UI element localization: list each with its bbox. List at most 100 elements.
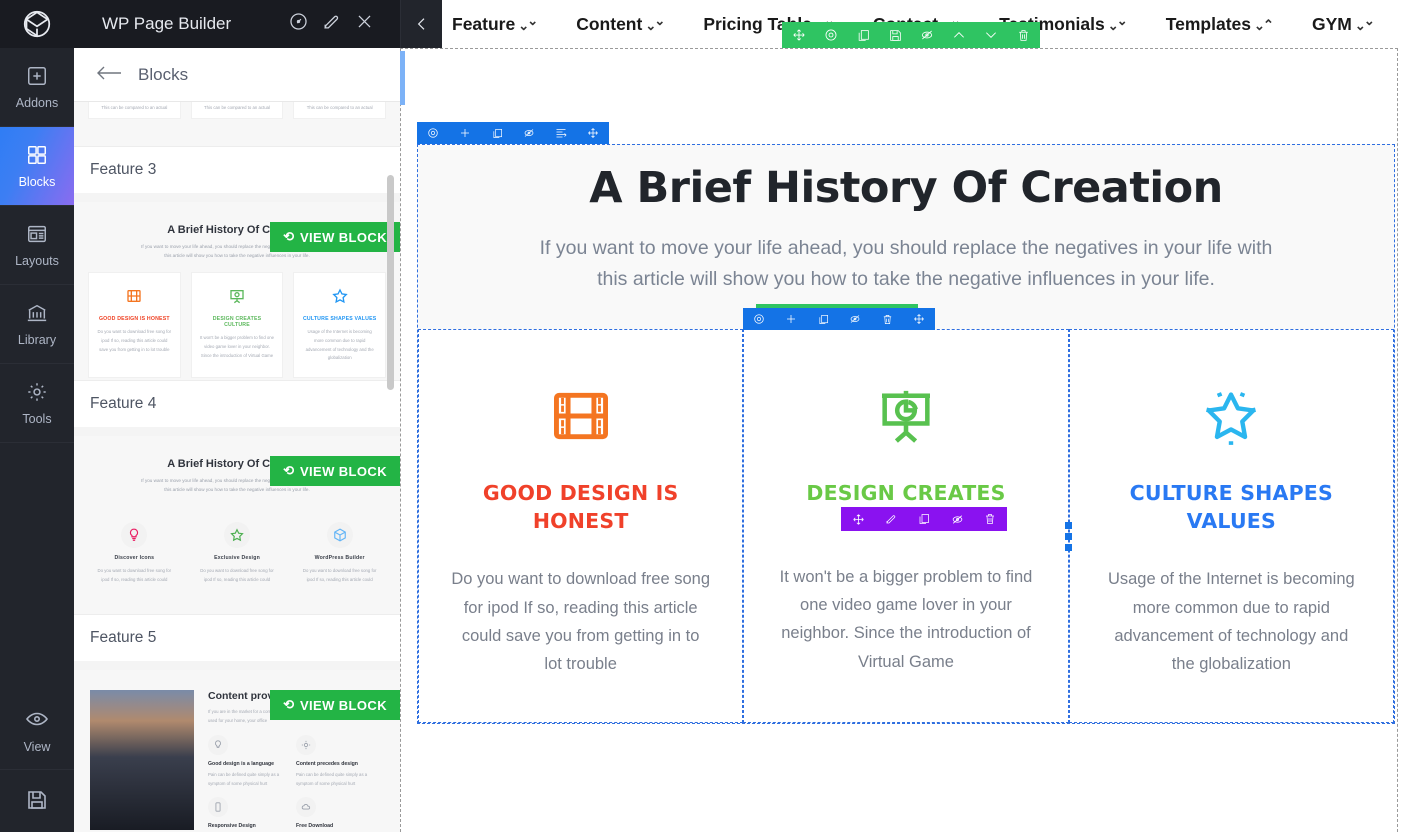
chevron-up-icon: ⌄⌃ bbox=[1254, 14, 1276, 34]
thumb-column: WordPress Builder Do you want to downloa… bbox=[293, 510, 386, 598]
mobile-icon bbox=[208, 797, 228, 817]
sidebar-item-tools[interactable]: Tools bbox=[0, 364, 74, 443]
gear-icon bbox=[26, 381, 48, 406]
sidebar-item-addons[interactable]: Addons bbox=[0, 48, 74, 127]
thumb-cell-text: Pain can be defined quite simply as a sy… bbox=[208, 771, 290, 788]
eye-slash-icon[interactable] bbox=[519, 123, 539, 143]
thumb-cell-heading: Good design is a language bbox=[208, 761, 290, 767]
eye-slash-icon[interactable] bbox=[947, 509, 967, 529]
move-icon[interactable] bbox=[583, 123, 603, 143]
feature-column[interactable]: GOOD DESIGN IS HONEST Do you want to dow… bbox=[418, 329, 743, 723]
row-toolbar-green[interactable] bbox=[782, 22, 1040, 48]
copy-icon[interactable] bbox=[813, 309, 833, 329]
section-heading[interactable]: A Brief History Of Creation bbox=[418, 145, 1394, 213]
feature-column[interactable]: CULTURE SHAPES VALUES Usage of the Inter… bbox=[1069, 329, 1394, 723]
thumb-col-heading: WordPress Builder bbox=[301, 555, 378, 561]
thumb-col-heading: Exclusive Design bbox=[199, 555, 276, 561]
gauge-icon[interactable] bbox=[289, 12, 308, 36]
section-subtext-line2: this article will show you how to take t… bbox=[597, 268, 1215, 290]
nav-item-feature[interactable]: Feature ⌄⌄ bbox=[452, 14, 540, 35]
feature-text[interactable]: It won't be a bigger problem to find one… bbox=[744, 563, 1067, 677]
column-resize-handle[interactable] bbox=[1065, 522, 1075, 551]
copy-icon[interactable] bbox=[487, 123, 507, 143]
view-block-button[interactable]: ⟳ VIEW BLOCK bbox=[270, 456, 400, 486]
app-logo bbox=[0, 0, 74, 48]
block-label: Feature 5 bbox=[74, 614, 400, 661]
copy-icon[interactable] bbox=[853, 25, 873, 45]
section-subtext[interactable]: If you want to move your life ahead, you… bbox=[418, 233, 1394, 295]
blocks-grid-icon bbox=[26, 144, 48, 169]
nav-item-content[interactable]: Content ⌄⌄ bbox=[576, 14, 667, 35]
arrow-left-icon[interactable] bbox=[96, 65, 122, 85]
layouts-icon bbox=[26, 223, 48, 248]
nav-label: Feature bbox=[452, 14, 515, 35]
sidebar-label-blocks: Blocks bbox=[19, 175, 56, 189]
block-card[interactable]: A Brief History Of Creation If you want … bbox=[74, 202, 400, 427]
section-toolbar-blue[interactable] bbox=[417, 122, 609, 144]
thumb-col-text: Do you want to download free song for ip… bbox=[96, 567, 173, 584]
sidebar-label-tools: Tools bbox=[22, 412, 51, 426]
panel-title: Blocks bbox=[138, 65, 188, 85]
refresh-arrow-icon: ⟳ bbox=[283, 229, 294, 245]
align-list-icon[interactable] bbox=[551, 123, 571, 143]
block-card[interactable]: Content provides design If you are in th… bbox=[74, 670, 400, 832]
nav-item-templates[interactable]: Templates ⌄⌃ bbox=[1166, 14, 1276, 35]
section-row[interactable]: A Brief History Of Creation If you want … bbox=[417, 144, 1395, 724]
cube-icon bbox=[327, 522, 353, 548]
chevron-up-icon[interactable] bbox=[949, 25, 969, 45]
thumb-col-text: Do you want to download free song for ip… bbox=[97, 328, 172, 354]
nav-label: GYM bbox=[1312, 14, 1352, 35]
trash-icon[interactable] bbox=[877, 309, 897, 329]
feature-column[interactable]: DESIGN CREATES It won't be a bigger prob… bbox=[743, 329, 1068, 723]
edit-icon[interactable] bbox=[881, 509, 901, 529]
section-subtext-line1: If you want to move your life ahead, you… bbox=[540, 237, 1273, 259]
sidebar-label-addons: Addons bbox=[16, 96, 58, 110]
move-icon[interactable] bbox=[848, 509, 868, 529]
columns-container: GOOD DESIGN IS HONEST Do you want to dow… bbox=[418, 329, 1394, 723]
feature-heading[interactable]: DESIGN CREATES bbox=[744, 480, 1067, 508]
thumb-column: Discover Icons Do you want to download f… bbox=[88, 510, 181, 598]
block-card[interactable]: office. It stores files, programs, pictu… bbox=[74, 102, 400, 193]
widget-toolbar-purple[interactable] bbox=[841, 507, 1007, 531]
trash-icon[interactable] bbox=[980, 509, 1000, 529]
feature-text[interactable]: Usage of the Internet is becoming more c… bbox=[1070, 565, 1393, 679]
thumb-subtitle-2: this article will show you how to take t… bbox=[74, 486, 400, 495]
left-icon-rail: Addons Blocks Layouts Library Tools bbox=[0, 0, 74, 832]
gear-icon[interactable] bbox=[423, 123, 443, 143]
gear-icon[interactable] bbox=[749, 309, 769, 329]
view-block-button[interactable]: ⟳ VIEW BLOCK bbox=[270, 690, 400, 720]
feature-text[interactable]: Do you want to download free song for ip… bbox=[419, 565, 742, 679]
plus-icon[interactable] bbox=[455, 123, 475, 143]
thumb-col-heading: GOOD DESIGN IS HONEST bbox=[97, 316, 172, 322]
chevron-down-icon[interactable] bbox=[981, 25, 1001, 45]
nav-label: Templates bbox=[1166, 14, 1251, 35]
gear-icon[interactable] bbox=[821, 25, 841, 45]
sidebar-item-layouts[interactable]: Layouts bbox=[0, 206, 74, 285]
view-block-button[interactable]: ⟳ VIEW BLOCK bbox=[270, 222, 400, 252]
panel-scrollbar-thumb[interactable] bbox=[387, 175, 394, 390]
eye-slash-icon[interactable] bbox=[917, 25, 937, 45]
move-icon[interactable] bbox=[909, 309, 929, 329]
sidebar-item-library[interactable]: Library bbox=[0, 285, 74, 364]
feature-heading[interactable]: GOOD DESIGN IS HONEST bbox=[419, 480, 742, 535]
sidebar-item-view[interactable]: View bbox=[0, 691, 74, 770]
plus-icon[interactable] bbox=[781, 309, 801, 329]
block-label: Feature 3 bbox=[74, 146, 400, 193]
block-card[interactable]: A Brief History Of Creation If you want … bbox=[74, 436, 400, 661]
sidebar-item-blocks[interactable]: Blocks bbox=[0, 127, 74, 206]
sidebar-item-save[interactable] bbox=[0, 770, 74, 832]
move-icon[interactable] bbox=[789, 25, 809, 45]
column-toolbar-blue[interactable] bbox=[743, 308, 935, 330]
copy-icon[interactable] bbox=[914, 509, 934, 529]
trash-icon[interactable] bbox=[1013, 25, 1033, 45]
edit-icon[interactable] bbox=[322, 12, 341, 36]
chevron-down-icon: ⌄⌄ bbox=[645, 14, 667, 34]
nav-item-gym[interactable]: GYM ⌄⌄ bbox=[1312, 14, 1377, 35]
eye-slash-icon[interactable] bbox=[845, 309, 865, 329]
collapse-panel-button[interactable] bbox=[400, 0, 442, 48]
thumb-column: Exclusive Design Do you want to download… bbox=[191, 510, 284, 598]
close-icon[interactable] bbox=[355, 12, 374, 36]
save-icon[interactable] bbox=[885, 25, 905, 45]
feature-heading[interactable]: CULTURE SHAPES VALUES bbox=[1070, 480, 1393, 535]
star-icon bbox=[302, 285, 377, 307]
